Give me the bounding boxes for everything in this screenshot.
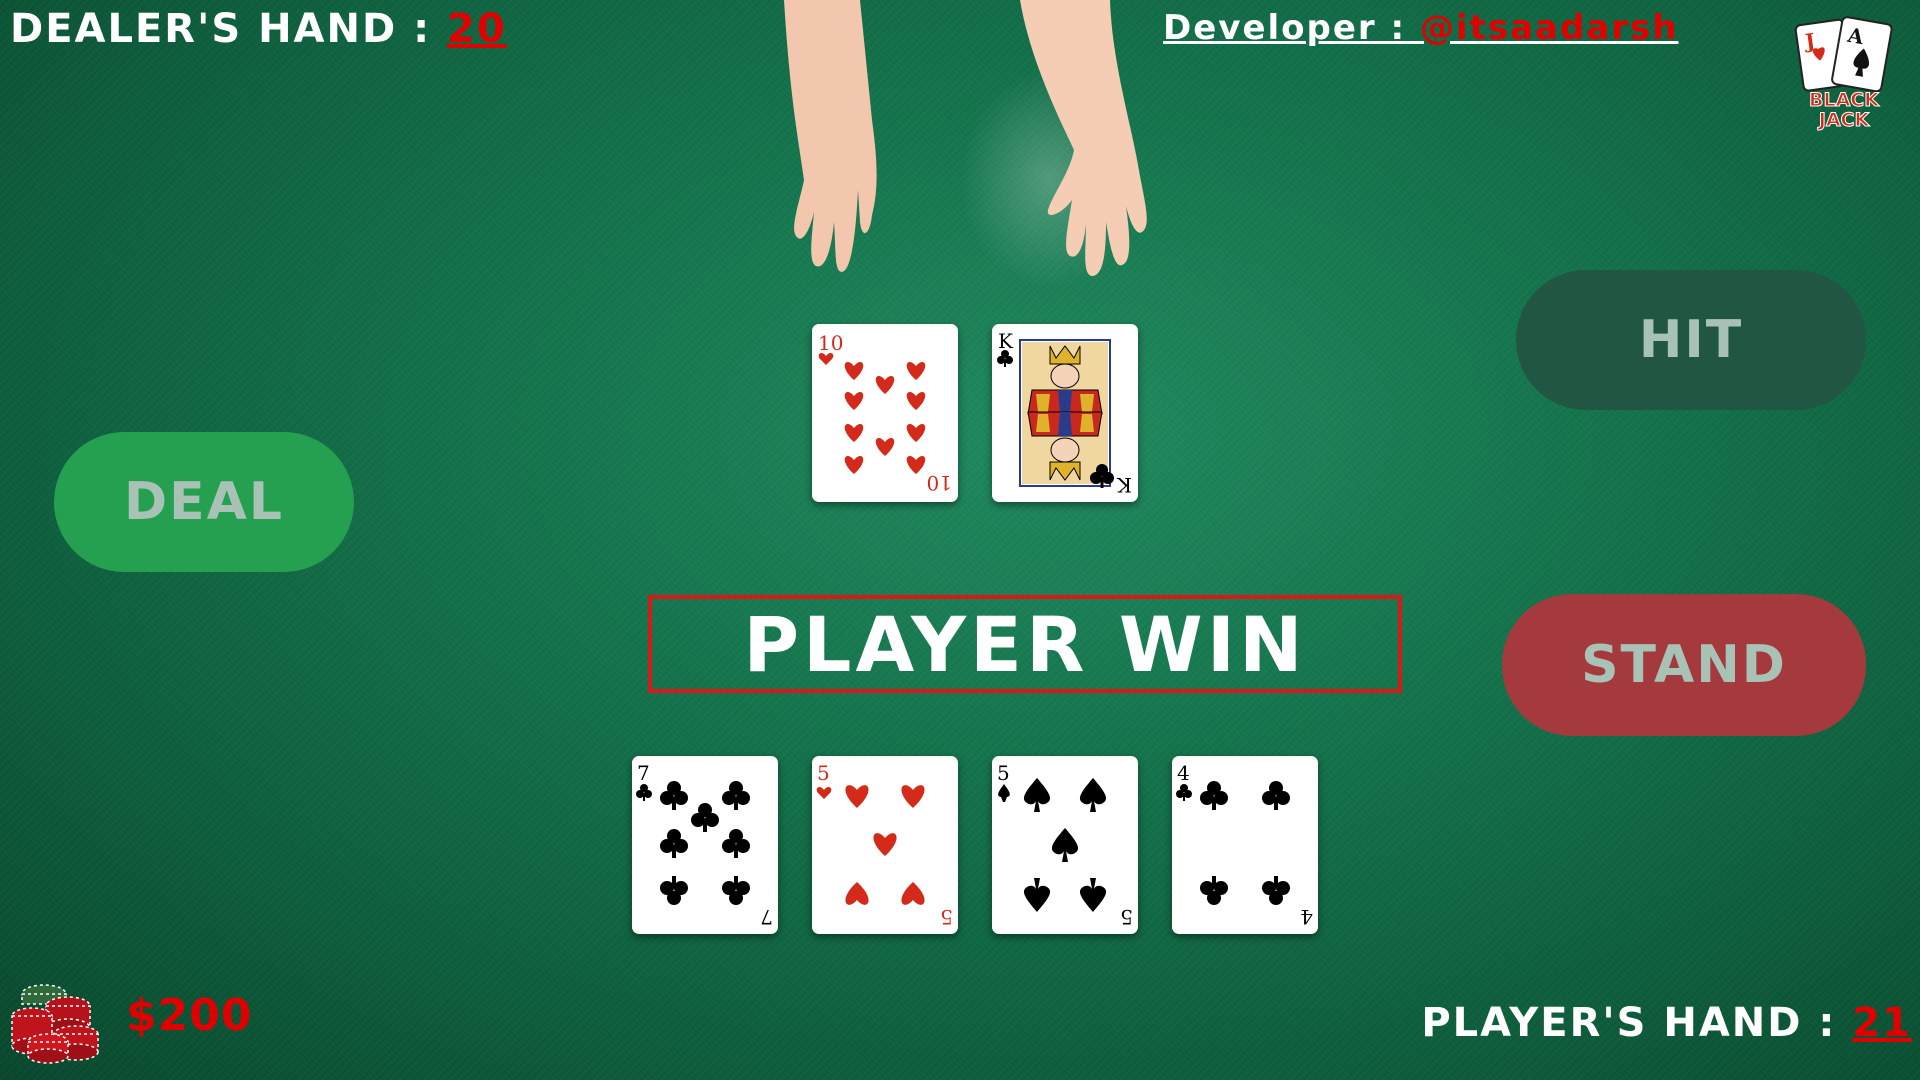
- player-card-3-rank: 5: [997, 761, 1010, 785]
- result-text: PLAYER WIN: [743, 599, 1307, 689]
- player-balance: $200: [126, 990, 253, 1041]
- dealer-hands-illustration: [780, 0, 1160, 300]
- dealer-card-2-rank: K: [998, 329, 1014, 353]
- dealer-hand-value: 20: [447, 6, 507, 52]
- hearts-icon: [816, 786, 832, 799]
- blackjack-logo: J A BLACK JACK: [1790, 14, 1898, 134]
- dealer-hand-score: DEALER'S HAND : 20: [10, 6, 507, 52]
- player-hand-value: 21: [1852, 1000, 1912, 1046]
- player-card-2-rank: 5: [817, 761, 830, 785]
- dealer-card-2-rank-bottom: K: [1116, 473, 1132, 497]
- chip-stack-icon: [8, 972, 112, 1064]
- player-card-3: 5 5: [992, 756, 1138, 934]
- clubs-icon: [636, 784, 652, 801]
- player-card-4-rank: 4: [1177, 761, 1190, 785]
- player-card-3-rank-bottom: 5: [1120, 905, 1133, 929]
- dealer-card-2: K K: [992, 324, 1138, 502]
- player-hand-label: PLAYER'S HAND :: [1421, 1000, 1853, 1046]
- spades-pip-group: [1023, 778, 1107, 912]
- logo-line-2: JACK: [1817, 109, 1871, 131]
- dealer-card-1-rank-bottom: 10: [927, 471, 952, 495]
- clubs-icon: [1176, 784, 1192, 801]
- developer-handle-link[interactable]: @itsaadarsh: [1420, 8, 1679, 48]
- clubs-pip-group: [1200, 781, 1290, 905]
- clubs-pip-group: [660, 781, 750, 905]
- developer-label: Developer :: [1163, 8, 1420, 48]
- result-banner: PLAYER WIN: [648, 595, 1402, 693]
- player-card-1-rank: 7: [637, 761, 650, 785]
- player-card-4-rank-bottom: 4: [1300, 905, 1313, 929]
- player-card-4: 4 4: [1172, 756, 1318, 934]
- player-card-2-rank-bottom: 5: [940, 905, 953, 929]
- player-hand-score: PLAYER'S HAND : 21: [1421, 1000, 1912, 1046]
- deal-button[interactable]: DEAL: [54, 432, 354, 572]
- logo-line-1: BLACK: [1809, 89, 1880, 111]
- player-card-1: 7 7: [632, 756, 778, 934]
- hearts-pip-group: [844, 361, 926, 474]
- dealer-card-1-rank: 10: [818, 331, 843, 355]
- dealer-card-1: 10 10: [812, 324, 958, 502]
- player-card-2: 5 5: [812, 756, 958, 934]
- dealer-hand-label: DEALER'S HAND :: [10, 6, 448, 52]
- player-card-1-rank-bottom: 7: [760, 905, 773, 929]
- spades-icon: [998, 784, 1010, 802]
- developer-credit[interactable]: Developer : @itsaadarsh: [1163, 8, 1678, 48]
- hit-button[interactable]: HIT: [1516, 270, 1866, 410]
- hearts-pip-group: [845, 785, 925, 905]
- stand-button[interactable]: STAND: [1502, 594, 1866, 736]
